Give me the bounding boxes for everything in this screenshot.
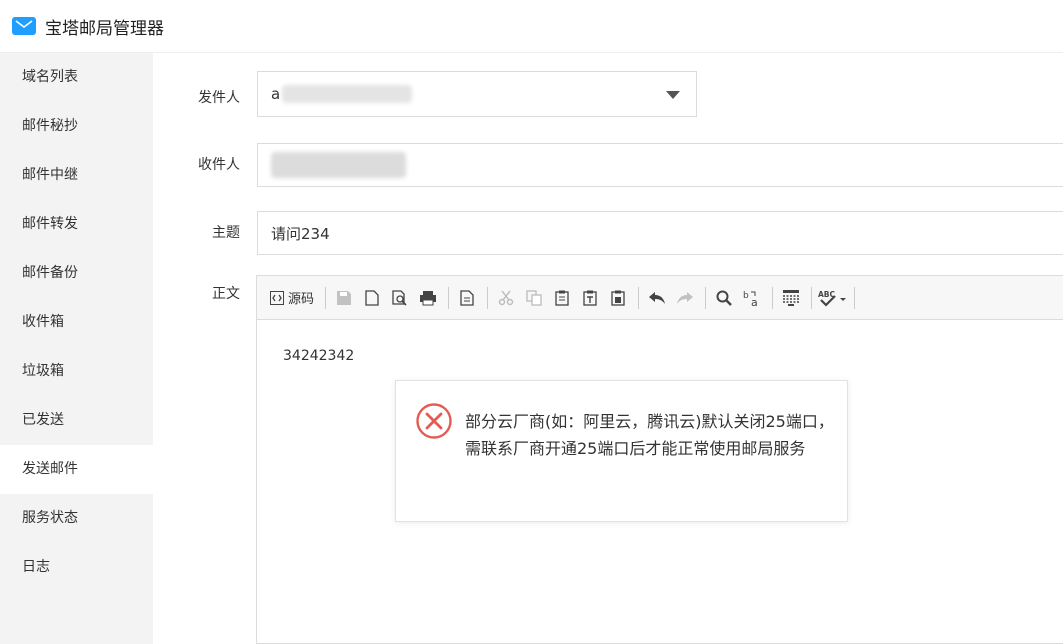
sidebar-item-domain-list[interactable]: 域名列表 (0, 53, 153, 102)
toolbar-divider (638, 286, 640, 309)
sidebar-item-mail-forward[interactable]: 邮件转发 (0, 200, 153, 249)
preview-icon (392, 289, 407, 306)
undo-button[interactable] (644, 283, 670, 313)
spell-check-icon: ABC (818, 290, 847, 307)
redo-icon (677, 291, 694, 304)
subject-value: 请问234 (271, 224, 330, 243)
sidebar: 域名列表 邮件秘抄 邮件中继 邮件转发 邮件备份 收件箱 垃圾箱 已发送 发送邮… (0, 53, 153, 644)
sidebar-item-sent[interactable]: 已发送 (0, 396, 153, 445)
sender-label: 发件人 (198, 90, 240, 106)
chevron-down-icon (666, 91, 680, 99)
sender-select[interactable]: a (257, 71, 697, 117)
sidebar-item-service-status[interactable]: 服务状态 (0, 494, 153, 543)
select-all-icon (783, 289, 800, 306)
scissors-icon (498, 290, 514, 305)
sidebar-item-send-mail[interactable]: 发送邮件 (0, 445, 153, 494)
svg-text:a: a (751, 296, 758, 307)
spell-check-button[interactable]: ABC (817, 283, 847, 313)
source-code-button[interactable]: 源码 (266, 283, 318, 313)
template-icon (460, 289, 474, 306)
redacted-sender (282, 85, 413, 103)
title-bar: 宝塔邮局管理器 (0, 0, 1063, 53)
undo-icon (649, 291, 666, 304)
body-label: 正文 (212, 286, 240, 302)
sidebar-item-mail-backup[interactable]: 邮件备份 (0, 249, 153, 298)
cut-button[interactable] (493, 283, 519, 313)
clipboard-icon (555, 290, 569, 306)
error-circle-icon (416, 403, 452, 439)
sidebar-item-logs[interactable]: 日志 (0, 543, 153, 592)
copy-button[interactable] (521, 283, 547, 313)
replace-icon: ba (743, 291, 758, 307)
template-button[interactable] (454, 283, 480, 313)
redo-button[interactable] (672, 283, 698, 313)
paste-text-icon (583, 290, 597, 306)
recipient-label: 收件人 (198, 157, 240, 173)
toolbar-divider (811, 286, 813, 309)
paste-button[interactable] (549, 283, 575, 313)
toolbar-divider (487, 286, 489, 309)
print-icon (420, 290, 437, 305)
subject-label: 主题 (212, 225, 240, 241)
print-button[interactable] (415, 283, 441, 313)
toolbar-divider (325, 286, 327, 309)
subject-input[interactable]: 请问234 (257, 211, 1063, 255)
select-all-button[interactable] (778, 283, 804, 313)
paste-word-button[interactable] (605, 283, 631, 313)
sender-value: a (271, 85, 281, 103)
preview-button[interactable] (387, 283, 413, 313)
toolbar-divider (705, 286, 707, 309)
sidebar-item-spam[interactable]: 垃圾箱 (0, 347, 153, 396)
dialog-message: 部分云厂商(如：阿里云，腾讯云)默认关闭25端口，需联系厂商开通25端口后才能正… (465, 412, 834, 458)
find-button[interactable] (711, 283, 737, 313)
app-title: 宝塔邮局管理器 (45, 18, 164, 39)
mail-icon (12, 17, 36, 35)
redacted-recipient (271, 152, 406, 178)
save-button[interactable] (331, 283, 357, 313)
save-icon (337, 290, 352, 305)
svg-text:b: b (743, 291, 749, 301)
editor-toolbar: 源码 b a ABC (257, 276, 1063, 320)
recipient-input[interactable] (257, 143, 1063, 187)
warning-dialog: 部分云厂商(如：阿里云，腾讯云)默认关闭25端口，需联系厂商开通25端口后才能正… (395, 380, 848, 522)
new-document-button[interactable] (359, 283, 385, 313)
new-document-icon (365, 289, 379, 306)
source-code-label: 源码 (288, 292, 315, 307)
source-code-icon (270, 290, 284, 305)
send-mail-panel: 发件人 a 收件人 主题 请问234 正文 源码 b a ABC 3424234… (153, 53, 1063, 644)
search-icon (716, 290, 732, 306)
toolbar-divider (772, 286, 774, 309)
replace-button[interactable]: ba (739, 283, 765, 313)
toolbar-divider (854, 286, 856, 309)
toolbar-divider (448, 286, 450, 309)
copy-icon (526, 289, 542, 306)
sidebar-item-mail-relay[interactable]: 邮件中继 (0, 151, 153, 200)
paste-word-icon (611, 290, 625, 306)
sidebar-item-inbox[interactable]: 收件箱 (0, 298, 153, 347)
paste-text-button[interactable] (577, 283, 603, 313)
editor-content[interactable]: 34242342 (257, 320, 1063, 364)
sidebar-item-mail-bcc[interactable]: 邮件秘抄 (0, 102, 153, 151)
